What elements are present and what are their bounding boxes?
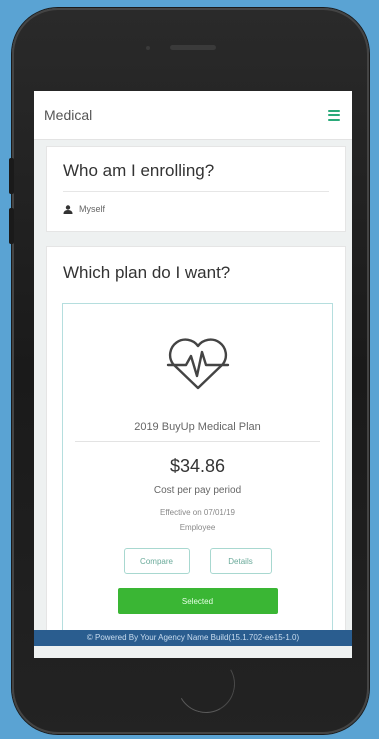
hamburger-menu-icon[interactable]: [328, 109, 340, 121]
price-label: Cost per pay period: [153, 485, 242, 496]
plan-card: 2019 BuyUp Medical Plan $34.86 Cost per …: [62, 303, 333, 643]
plan-heading: Which plan do I want?: [63, 263, 231, 282]
details-button[interactable]: Details: [209, 548, 272, 574]
plan-price: $34.86: [169, 456, 226, 476]
volume-up-button: [9, 158, 14, 194]
coverage-tier: Employee: [179, 523, 216, 532]
footer-bar: © Powered By Your Agency Name Build(15.1…: [34, 630, 352, 646]
enrollment-card: Who am I enrolling? Myself: [46, 146, 346, 232]
enrollee-label: Myself: [79, 204, 106, 214]
phone-screen: Medical Who am I enrolling? Myself Which…: [34, 91, 352, 658]
plan-selection-card: Which plan do I want? 2019 BuyUp Medical…: [46, 246, 346, 646]
heart-pulse-icon: [166, 338, 229, 390]
effective-date: Effective on 07/01/19: [159, 508, 236, 517]
page-title: Medical: [44, 107, 93, 123]
home-button[interactable]: [170, 648, 242, 720]
front-camera: [146, 46, 150, 50]
earpiece-speaker: [170, 45, 216, 50]
selected-button[interactable]: Selected: [117, 588, 278, 614]
volume-down-button: [9, 208, 14, 244]
divider: [75, 441, 320, 442]
app-header: Medical: [34, 91, 352, 140]
enrollment-heading: Who am I enrolling?: [63, 161, 215, 180]
enrollee-row: Myself: [47, 192, 345, 214]
plan-name: 2019 BuyUp Medical Plan: [134, 421, 261, 433]
plan-actions: Compare Details: [63, 548, 332, 574]
person-icon: [63, 204, 73, 214]
compare-button[interactable]: Compare: [123, 548, 190, 574]
